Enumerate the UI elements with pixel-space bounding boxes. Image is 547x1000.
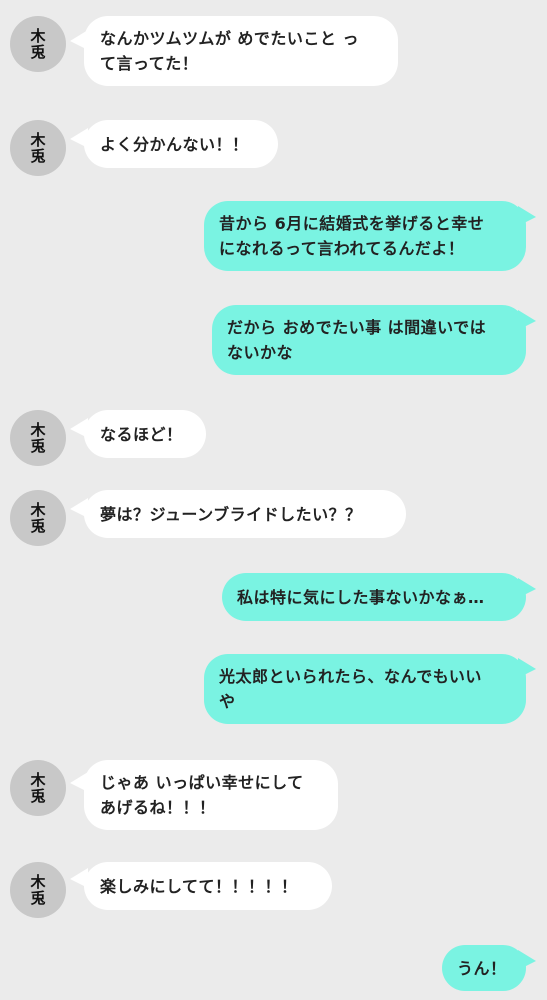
message-bubble[interactable]: 楽しみにしてて！！！！！ [84,862,332,910]
message-bubble[interactable]: 昔から 6月に結婚式を挙げると幸せ になれるって言われてるんだよ！ [204,201,526,271]
message-bubble[interactable]: よく分かんない！！ [84,120,278,168]
message-bubble[interactable]: なんかツムツムが めでたいこと っ て言ってた！ [84,16,398,86]
contact-avatar[interactable]: 木 兎 [10,16,66,72]
avatar-text-line2: 兎 [30,147,46,165]
message-bubble[interactable]: だから おめでたい事 は間違いでは ないかな [212,305,526,375]
contact-avatar[interactable]: 木 兎 [10,760,66,816]
avatar-text-line2: 兎 [30,517,46,535]
avatar-text-line1: 木 [30,421,46,439]
avatar-text-line2: 兎 [30,43,46,61]
avatar-text-line1: 木 [30,27,46,45]
avatar-text-line2: 兎 [30,437,46,455]
avatar-text-line2: 兎 [30,889,46,907]
contact-avatar[interactable]: 木 兎 [10,410,66,466]
message-bubble[interactable]: 夢は？ジューンブライドしたい？？ [84,490,406,538]
contact-avatar[interactable]: 木 兎 [10,120,66,176]
contact-avatar[interactable]: 木 兎 [10,490,66,546]
message-bubble[interactable]: 光太郎といられたら、なんでもいい や [204,654,526,724]
avatar-text-line1: 木 [30,873,46,891]
contact-avatar[interactable]: 木 兎 [10,862,66,918]
avatar-text-line1: 木 [30,501,46,519]
avatar-text-line1: 木 [30,131,46,149]
message-bubble[interactable]: じゃあ いっぱい幸せにして あげるね！！！ [84,760,338,830]
message-bubble[interactable]: 私は特に気にした事ないかなぁ… [222,573,526,621]
message-bubble[interactable]: うん！ [442,945,526,991]
avatar-text-line1: 木 [30,771,46,789]
message-bubble[interactable]: なるほど！ [84,410,206,458]
avatar-text-line2: 兎 [30,787,46,805]
